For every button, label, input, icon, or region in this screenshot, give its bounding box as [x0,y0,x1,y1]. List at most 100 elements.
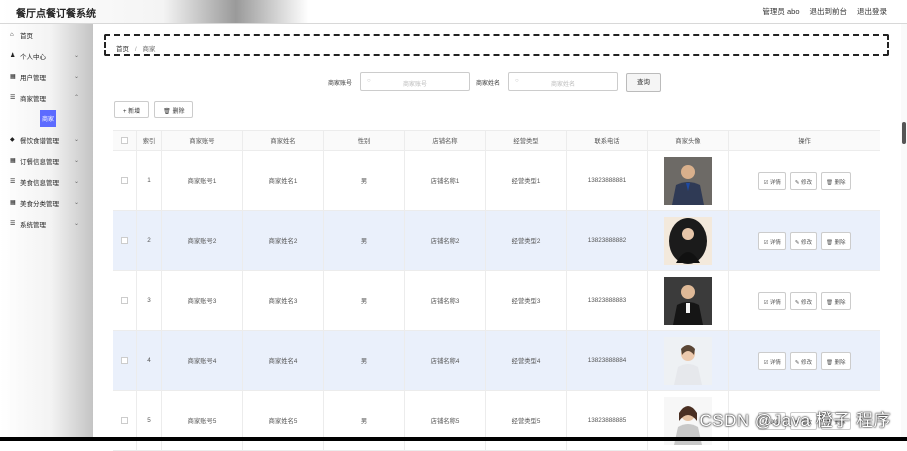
account-cell: 商家账号3 [162,271,243,330]
batch-delete-button[interactable]: 🗑 删除 [154,101,193,118]
avatar [664,277,712,325]
grid-icon: ▦ [10,73,18,80]
sidebar-item-categories[interactable]: ▦ 美食分类管理 ⌄ [0,192,93,213]
bottom-edge [0,437,907,441]
sidebar-item-food[interactable]: ☰ 美食信息管理 ⌄ [0,171,93,192]
sidebar-item-orders[interactable]: ▦ 订餐信息管理 ⌄ [0,150,93,171]
name-search-input[interactable]: ○ 商家姓名 [508,72,618,91]
row-checkbox[interactable] [121,297,128,304]
detail-button[interactable]: ☑ 详情 [758,352,785,370]
sidebar-item-system[interactable]: ☰ 系统管理 ⌄ [0,213,93,234]
sidebar-item-recipes[interactable]: ◆ 餐饮食谱管理 ⌄ [0,129,93,150]
column-header: 商家姓名 [243,131,324,150]
logout-link[interactable]: 退出登录 [857,6,887,17]
sidebar: ⌂ 首页 ♟ 个人中心 ⌄ ▦ 用户管理 ⌄ ☰ 商家管理 ⌃ 商家 ◆ 餐饮食… [0,24,93,441]
column-header: 商家头像 [648,131,729,150]
type-cell: 经营类型5 [486,391,567,450]
actions-cell: ☑ 详情 ✎ 修改🗑 删除 [729,271,880,330]
row-checkbox[interactable] [121,237,128,244]
type-cell: 经营类型3 [486,271,567,330]
vertical-scrollbar[interactable] [901,24,907,441]
food-icon: ◆ [10,136,18,143]
list-icon: ☰ [10,94,18,101]
phone-cell: 13823888884 [567,331,648,390]
chevron-down-icon: ⌄ [74,52,79,59]
sidebar-item-users[interactable]: ▦ 用户管理 ⌄ [0,66,93,87]
index-cell: 4 [137,331,162,390]
account-search-input[interactable]: ○ 商家账号 [360,72,470,91]
account-cell: 商家账号5 [162,391,243,450]
column-header: 索引 [137,131,162,150]
sidebar-item-home[interactable]: ⌂ 首页 [0,24,93,45]
shop-cell: 店铺名称2 [405,211,486,270]
select-all-checkbox[interactable] [121,137,128,144]
select-cell [113,391,137,450]
front-link[interactable]: 退出到前台 [810,6,848,17]
actions-cell: ☑ 详情 ✎ 修改🗑 删除 [729,211,880,270]
delete-button[interactable]: 🗑 删除 [821,352,851,370]
row-checkbox[interactable] [121,357,128,364]
table-row: 3商家账号3商家姓名3男店铺名称3经营类型313823888883☑ 详情✎ 修… [113,271,880,331]
column-header: 操作 [729,131,880,150]
phone-cell: 13823888881 [567,151,648,210]
phone-cell: 13823888883 [567,271,648,330]
toolbar: + 新增 🗑 删除 [114,101,193,118]
sidebar-item-label: 餐饮食谱管理 [20,135,59,145]
account-cell: 商家账号2 [162,211,243,270]
delete-button[interactable]: 🗑 删除 [821,232,851,250]
sidebar-subitem-label: 商家 [40,110,56,127]
sidebar-item-label: 美食分类管理 [20,198,59,208]
scrollbar-thumb[interactable] [902,122,906,144]
breadcrumb-separator: / [135,46,137,53]
gender-cell: 男 [324,151,405,210]
index-cell: 3 [137,271,162,330]
watermark: CSDN @Java 橙子 程序 [699,406,891,431]
row-checkbox[interactable] [121,177,128,184]
top-bar: 餐厅点餐订餐系统 管理员 abo 退出到前台 退出登录 [0,0,907,24]
chevron-down-icon: ⌄ [74,199,79,206]
user-icon: ♟ [10,52,18,59]
name-cell: 商家姓名4 [243,331,324,390]
sidebar-item-merchants[interactable]: ☰ 商家管理 ⌃ [0,87,93,108]
sidebar-subitem-merchant[interactable]: 商家 [0,108,93,129]
table-header-row: 索引 商家账号 商家姓名 性别 店铺名称 经营类型 联系电话 商家头像 操作 [113,130,880,151]
avatar-cell [648,151,729,210]
gender-cell: 男 [324,211,405,270]
avatar-cell [648,331,729,390]
sidebar-item-label: 商家管理 [20,93,46,103]
select-cell [113,271,137,330]
sidebar-item-label: 用户管理 [20,72,46,82]
detail-button[interactable]: ☑ 详情 [758,172,785,190]
avatar [664,157,712,205]
row-checkbox[interactable] [121,417,128,424]
name-cell: 商家姓名3 [243,271,324,330]
add-button[interactable]: + 新增 [114,101,149,118]
gender-cell: 男 [324,391,405,450]
select-cell [113,211,137,270]
delete-button[interactable]: 🗑 删除 [821,172,851,190]
query-button[interactable]: 查询 [626,73,661,92]
edit-button[interactable]: ✎ 修改 [790,292,817,310]
avatar-cell [648,271,729,330]
edit-button[interactable]: ✎ 修改 [790,232,817,250]
edit-button[interactable]: ✎ 修改 [790,172,817,190]
sidebar-item-label: 系统管理 [20,219,46,229]
sidebar-item-label: 首页 [20,30,33,40]
breadcrumb-home[interactable]: 首页 [116,46,129,53]
chevron-down-icon: ⌄ [74,220,79,227]
sidebar-item-profile[interactable]: ♟ 个人中心 ⌄ [0,45,93,66]
sidebar-item-label: 美食信息管理 [20,177,59,187]
merchant-table: 索引 商家账号 商家姓名 性别 店铺名称 经营类型 联系电话 商家头像 操作 1… [113,130,880,451]
header-links: 管理员 abo 退出到前台 退出登录 [762,6,887,17]
index-cell: 2 [137,211,162,270]
table-row: 1商家账号1商家姓名1男店铺名称1经营类型113823888881☑ 详情✎ 修… [113,151,880,211]
detail-button[interactable]: ☑ 详情 [758,232,785,250]
account-cell: 商家账号4 [162,331,243,390]
detail-button[interactable]: ☑ 详情 [758,292,785,310]
delete-button[interactable]: 🗑 删除 [821,292,851,310]
edit-button[interactable]: ✎ 修改 [790,352,817,370]
column-header: 商家账号 [162,131,243,150]
list-icon: ☰ [10,220,18,227]
sidebar-item-label: 订餐信息管理 [20,156,59,166]
name-label: 商家姓名 [476,78,500,87]
